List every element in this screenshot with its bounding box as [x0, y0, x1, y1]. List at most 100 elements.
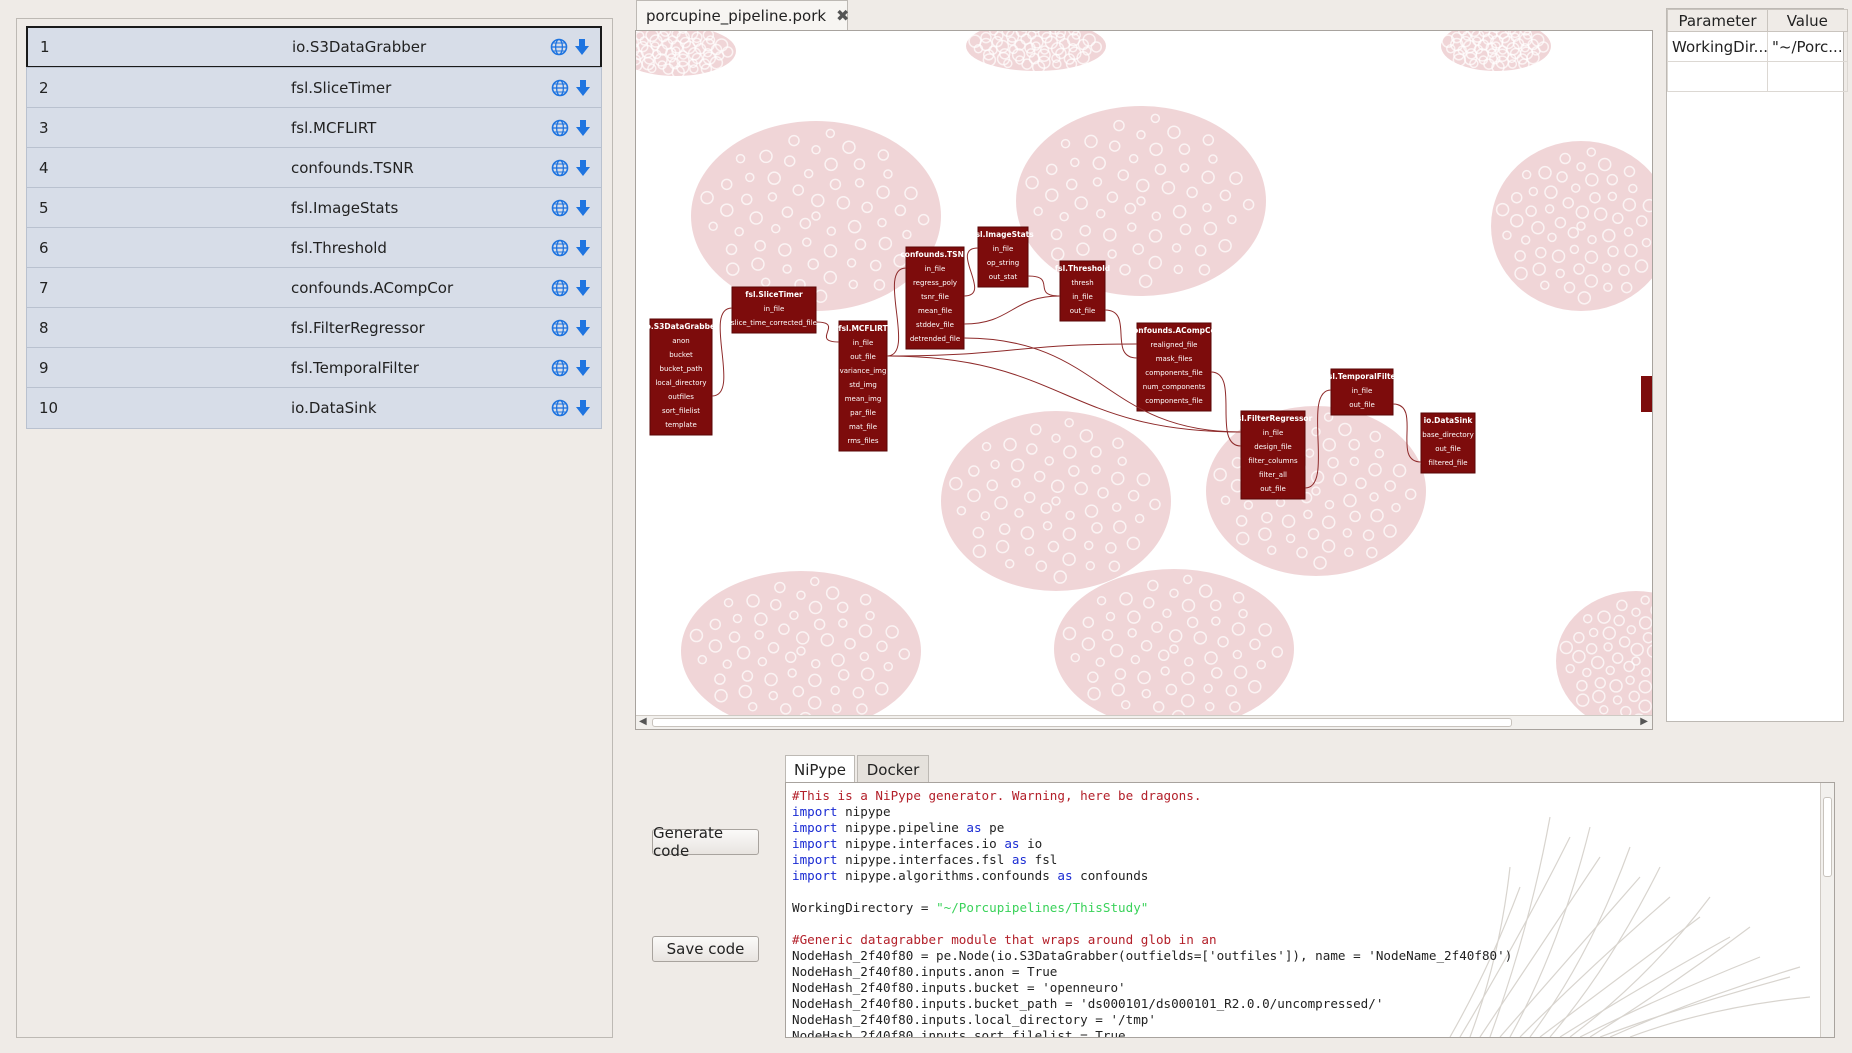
node-port-label: op_string — [987, 259, 1019, 267]
save-code-button[interactable]: Save code — [652, 936, 759, 962]
code-line: import nipype.interfaces.io as io — [792, 836, 1043, 851]
node-port-label: mean_img — [845, 395, 882, 403]
globe-icon[interactable] — [551, 239, 569, 257]
pipeline-node-block[interactable]: fsl.ImageStats in_file op_string out_stat — [972, 226, 1034, 288]
param-name-cell[interactable] — [1667, 61, 1768, 92]
node-port-label: detrended_file — [910, 335, 960, 343]
node-port-label: in_file — [1352, 387, 1373, 395]
tab-docker[interactable]: Docker — [857, 755, 929, 783]
globe-icon[interactable] — [551, 399, 569, 417]
download-arrow-icon[interactable] — [574, 38, 590, 56]
download-arrow-icon[interactable] — [575, 279, 591, 297]
pipeline-node-block[interactable]: confounds.TSNR in_file regress_poly tsnr_fi… — [900, 246, 970, 350]
code-line: NodeHash_2f40f80.inputs.bucket = 'openne… — [792, 980, 1126, 995]
code-line: import nipype.interfaces.fsl as fsl — [792, 852, 1058, 867]
table-row[interactable] — [1667, 61, 1848, 92]
node-block-title: fsl.FilterRegressor — [1234, 414, 1313, 423]
globe-icon[interactable] — [551, 279, 569, 297]
node-name: fsl.ImageStats — [291, 199, 399, 217]
graph-edge — [963, 295, 1061, 325]
node-port-label: out_file — [850, 353, 876, 361]
tab-title: porcupine_pipeline.pork — [646, 6, 827, 25]
node-name: fsl.MCFLIRT — [291, 119, 377, 137]
pipeline-node-block[interactable]: io.DataSink base_directory out_filefiltere… — [1420, 412, 1476, 474]
globe-icon[interactable] — [551, 359, 569, 377]
node-port-label: in_file — [925, 265, 946, 273]
node-block-title: fsl.TemporalFilter — [1325, 372, 1400, 381]
code-line: NodeHash_2f40f80.inputs.sort_filelist = … — [792, 1028, 1126, 1038]
tab-nipype[interactable]: NiPype — [785, 755, 855, 783]
download-arrow-icon[interactable] — [575, 159, 591, 177]
param-name-cell[interactable]: WorkingDir... — [1667, 31, 1768, 62]
node-block-title: fsl.ImageStats — [972, 230, 1034, 239]
vertical-scrollbar[interactable] — [1820, 783, 1834, 1037]
list-item[interactable]: 8 fsl.FilterRegressor — [26, 307, 602, 349]
pipeline-node-block[interactable]: fsl.FilterRegressor in_file design_filefil… — [1234, 410, 1313, 500]
node-number: 10 — [39, 399, 59, 417]
row-actions — [551, 79, 591, 97]
code-line: NodeHash_2f40f80.inputs.local_directory … — [792, 1012, 1156, 1027]
download-arrow-icon[interactable] — [575, 79, 591, 97]
pipeline-node-block[interactable]: fsl.TemporalFilter in_file out_file — [1325, 368, 1400, 416]
list-item[interactable]: 3 fsl.MCFLIRT — [26, 107, 602, 149]
download-arrow-icon[interactable] — [575, 199, 591, 217]
node-list-panel: 1 io.S3DataGrabber 2 fsl.SliceTimer 3 fsl.MCF… — [16, 18, 613, 1038]
scrollbar-thumb[interactable] — [1823, 797, 1832, 877]
horizontal-scrollbar[interactable]: ◀ ▶ — [636, 715, 1652, 729]
node-name: io.DataSink — [291, 399, 377, 417]
node-port-label: out_file — [1260, 485, 1286, 493]
code-editor[interactable]: #This is a NiPype generator. Warning, he… — [785, 782, 1835, 1038]
pipeline-node-block[interactable]: fsl.MCFLIRT in_file out_file variance_imgst… — [838, 320, 889, 452]
download-arrow-icon[interactable] — [575, 399, 591, 417]
param-value-cell[interactable] — [1767, 61, 1848, 92]
column-header-parameter[interactable]: Parameter — [1667, 9, 1768, 32]
list-item[interactable]: 1 io.S3DataGrabber — [26, 26, 602, 68]
param-value-cell[interactable]: "~/Porc... — [1767, 31, 1848, 62]
globe-icon[interactable] — [551, 199, 569, 217]
globe-icon[interactable] — [551, 319, 569, 337]
node-port-label: in_file — [993, 245, 1014, 253]
pipeline-node-block[interactable]: fsl.Threshold thresh in_file out_file — [1055, 260, 1110, 322]
globe-icon[interactable] — [551, 119, 569, 137]
pipeline-node-block[interactable]: io.S3DataGrabber anon bucket bucket_pathloc… — [643, 318, 719, 436]
download-arrow-icon[interactable] — [575, 319, 591, 337]
list-item[interactable]: 7 confounds.ACompCor — [26, 267, 602, 309]
download-arrow-icon[interactable] — [575, 119, 591, 137]
scroll-left-icon[interactable]: ◀ — [639, 716, 647, 727]
column-header-value[interactable]: Value — [1767, 9, 1848, 32]
generated-code[interactable]: #This is a NiPype generator. Warning, he… — [786, 783, 1834, 1038]
pipeline-node-block[interactable]: confounds.ACompCor realigned_file mask_fil… — [1129, 322, 1220, 412]
node-block-title: confounds.ACompCor — [1129, 326, 1220, 335]
node-block-title: fsl.MCFLIRT — [838, 324, 888, 333]
globe-icon[interactable] — [550, 38, 568, 56]
generate-code-button[interactable]: Generate code — [652, 824, 759, 860]
table-row[interactable]: WorkingDir... "~/Porc... — [1667, 31, 1848, 62]
row-actions — [551, 119, 591, 137]
globe-icon[interactable] — [551, 79, 569, 97]
pipeline-node-block[interactable]: fsl.SliceTimer in_file slice_time_correcte… — [731, 286, 817, 334]
list-item[interactable]: 4 confounds.TSNR — [26, 147, 602, 189]
scrollbar-thumb[interactable] — [652, 718, 1512, 727]
globe-icon[interactable] — [551, 159, 569, 177]
close-icon[interactable]: ✖ — [836, 6, 849, 25]
download-arrow-icon[interactable] — [575, 359, 591, 377]
list-item[interactable]: 5 fsl.ImageStats — [26, 187, 602, 229]
pipeline-canvas[interactable]: io.S3DataGrabber anon bucket bucket_path loc… — [635, 30, 1653, 730]
node-port-label: thresh — [1071, 279, 1093, 287]
node-block-title: io.S3DataGrabber — [643, 322, 719, 331]
node-number: 5 — [39, 199, 49, 217]
offscreen-node-marker[interactable] — [1641, 376, 1652, 412]
node-port-label: bucket — [669, 351, 693, 359]
node-number: 6 — [39, 239, 49, 257]
list-item[interactable]: 10 io.DataSink — [26, 387, 602, 429]
row-actions — [551, 319, 591, 337]
list-item[interactable]: 2 fsl.SliceTimer — [26, 67, 602, 109]
graph-view[interactable]: io.S3DataGrabber anon bucket bucket_pathloc… — [636, 31, 1652, 715]
node-port-label: out_file — [1349, 401, 1375, 409]
tab-pipeline-file[interactable]: porcupine_pipeline.pork ✖ — [636, 0, 849, 30]
node-port-label: in_file — [1072, 293, 1093, 301]
download-arrow-icon[interactable] — [575, 239, 591, 257]
scroll-right-icon[interactable]: ▶ — [1640, 716, 1648, 727]
list-item[interactable]: 9 fsl.TemporalFilter — [26, 347, 602, 389]
list-item[interactable]: 6 fsl.Threshold — [26, 227, 602, 269]
